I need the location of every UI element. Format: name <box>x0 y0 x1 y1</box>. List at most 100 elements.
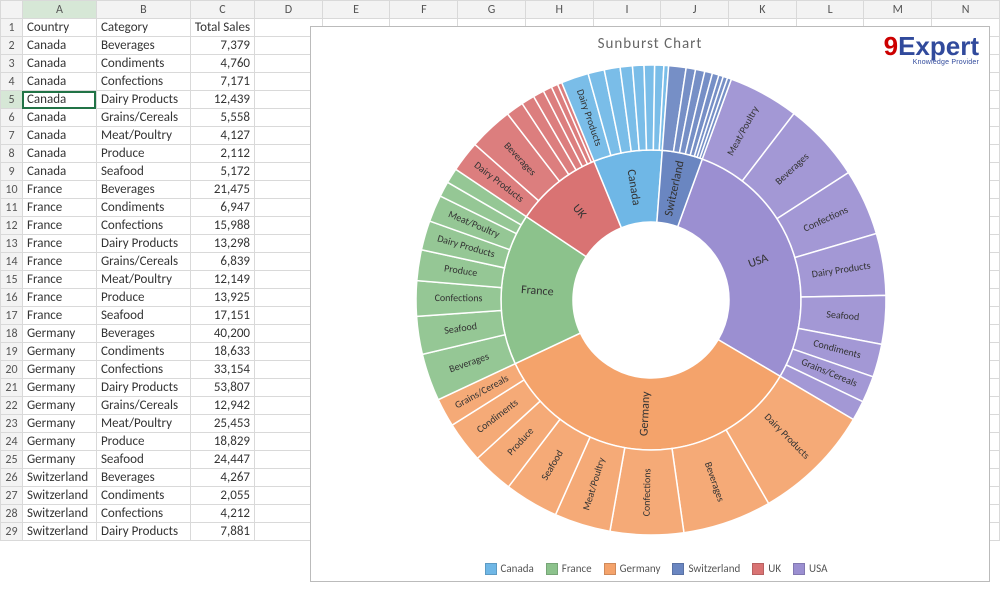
row-header-1[interactable]: 1 <box>1 19 23 37</box>
cell-C23[interactable]: 25,453 <box>190 415 254 433</box>
cell-C15[interactable]: 12,149 <box>190 271 254 289</box>
cell-C12[interactable]: 15,988 <box>190 217 254 235</box>
cell-B25[interactable]: Seafood <box>96 451 190 469</box>
cell-B22[interactable]: Grains/Cereals <box>96 397 190 415</box>
cell-A20[interactable]: Germany <box>22 361 96 379</box>
cell-A26[interactable]: Switzerland <box>22 469 96 487</box>
row-header-25[interactable]: 25 <box>1 451 23 469</box>
col-header-N[interactable]: N <box>932 1 1000 19</box>
cell-B26[interactable]: Beverages <box>96 469 190 487</box>
cell-C20[interactable]: 33,154 <box>190 361 254 379</box>
col-header-A[interactable]: A <box>22 1 96 19</box>
row-header-10[interactable]: 10 <box>1 181 23 199</box>
cell-C16[interactable]: 13,925 <box>190 289 254 307</box>
col-header-L[interactable]: L <box>796 1 864 19</box>
row-header-20[interactable]: 20 <box>1 361 23 379</box>
row-header-14[interactable]: 14 <box>1 253 23 271</box>
cell-B8[interactable]: Produce <box>96 145 190 163</box>
cell-A29[interactable]: Switzerland <box>22 523 96 541</box>
cell-B23[interactable]: Meat/Poultry <box>96 415 190 433</box>
cell-A19[interactable]: Germany <box>22 343 96 361</box>
cell-A5[interactable]: Canada <box>22 91 96 109</box>
row-header-4[interactable]: 4 <box>1 73 23 91</box>
cell-A27[interactable]: Switzerland <box>22 487 96 505</box>
col-header-E[interactable]: E <box>322 1 390 19</box>
cell-C18[interactable]: 40,200 <box>190 325 254 343</box>
cell-A11[interactable]: France <box>22 199 96 217</box>
select-all-corner[interactable] <box>1 1 23 19</box>
cell-B18[interactable]: Beverages <box>96 325 190 343</box>
cell-C17[interactable]: 17,151 <box>190 307 254 325</box>
cell-B5[interactable]: Dairy Products <box>96 91 190 109</box>
cell-A16[interactable]: France <box>22 289 96 307</box>
cell-A4[interactable]: Canada <box>22 73 96 91</box>
cell-B24[interactable]: Produce <box>96 433 190 451</box>
row-header-5[interactable]: 5 <box>1 91 23 109</box>
row-header-8[interactable]: 8 <box>1 145 23 163</box>
cell-A10[interactable]: France <box>22 181 96 199</box>
cell-B15[interactable]: Meat/Poultry <box>96 271 190 289</box>
cell-A21[interactable]: Germany <box>22 379 96 397</box>
cell-B19[interactable]: Condiments <box>96 343 190 361</box>
cell-A25[interactable]: Germany <box>22 451 96 469</box>
cell-B14[interactable]: Grains/Cereals <box>96 253 190 271</box>
cell-A18[interactable]: Germany <box>22 325 96 343</box>
cell-C3[interactable]: 4,760 <box>190 55 254 73</box>
row-header-16[interactable]: 16 <box>1 289 23 307</box>
cell-C19[interactable]: 18,633 <box>190 343 254 361</box>
cell-C11[interactable]: 6,947 <box>190 199 254 217</box>
cell-B6[interactable]: Grains/Cereals <box>96 109 190 127</box>
cell-B2[interactable]: Beverages <box>96 37 190 55</box>
row-header-9[interactable]: 9 <box>1 163 23 181</box>
row-header-26[interactable]: 26 <box>1 469 23 487</box>
cell-A3[interactable]: Canada <box>22 55 96 73</box>
cell-A7[interactable]: Canada <box>22 127 96 145</box>
row-header-29[interactable]: 29 <box>1 523 23 541</box>
cell-B12[interactable]: Confections <box>96 217 190 235</box>
cell-B11[interactable]: Condiments <box>96 199 190 217</box>
cell-B29[interactable]: Dairy Products <box>96 523 190 541</box>
row-header-7[interactable]: 7 <box>1 127 23 145</box>
cell-B17[interactable]: Seafood <box>96 307 190 325</box>
col-header-D[interactable]: D <box>255 1 323 19</box>
cell-C4[interactable]: 7,171 <box>190 73 254 91</box>
row-header-15[interactable]: 15 <box>1 271 23 289</box>
col-header-H[interactable]: H <box>525 1 593 19</box>
row-header-19[interactable]: 19 <box>1 343 23 361</box>
cell-B27[interactable]: Condiments <box>96 487 190 505</box>
cell-A2[interactable]: Canada <box>22 37 96 55</box>
cell-B7[interactable]: Meat/Poultry <box>96 127 190 145</box>
cell-A15[interactable]: France <box>22 271 96 289</box>
cell-A9[interactable]: Canada <box>22 163 96 181</box>
col-header-K[interactable]: K <box>729 1 797 19</box>
cell-C29[interactable]: 7,881 <box>190 523 254 541</box>
col-header-I[interactable]: I <box>593 1 661 19</box>
cell-A6[interactable]: Canada <box>22 109 96 127</box>
row-header-24[interactable]: 24 <box>1 433 23 451</box>
cell-C14[interactable]: 6,839 <box>190 253 254 271</box>
col-header-F[interactable]: F <box>390 1 458 19</box>
cell-A17[interactable]: France <box>22 307 96 325</box>
cell-B3[interactable]: Condiments <box>96 55 190 73</box>
row-header-27[interactable]: 27 <box>1 487 23 505</box>
col-header-B[interactable]: B <box>96 1 190 19</box>
cell-A23[interactable]: Germany <box>22 415 96 433</box>
cell-C6[interactable]: 5,558 <box>190 109 254 127</box>
cell-C7[interactable]: 4,127 <box>190 127 254 145</box>
cell-B16[interactable]: Produce <box>96 289 190 307</box>
row-header-21[interactable]: 21 <box>1 379 23 397</box>
cell-B9[interactable]: Seafood <box>96 163 190 181</box>
cell-C24[interactable]: 18,829 <box>190 433 254 451</box>
cell-A28[interactable]: Switzerland <box>22 505 96 523</box>
cell-C9[interactable]: 5,172 <box>190 163 254 181</box>
cell-C28[interactable]: 4,212 <box>190 505 254 523</box>
row-header-11[interactable]: 11 <box>1 199 23 217</box>
cell-C27[interactable]: 2,055 <box>190 487 254 505</box>
row-header-6[interactable]: 6 <box>1 109 23 127</box>
cell-A12[interactable]: France <box>22 217 96 235</box>
row-header-22[interactable]: 22 <box>1 397 23 415</box>
cell-B10[interactable]: Beverages <box>96 181 190 199</box>
col-header-J[interactable]: J <box>661 1 729 19</box>
cell-A24[interactable]: Germany <box>22 433 96 451</box>
cell-A22[interactable]: Germany <box>22 397 96 415</box>
